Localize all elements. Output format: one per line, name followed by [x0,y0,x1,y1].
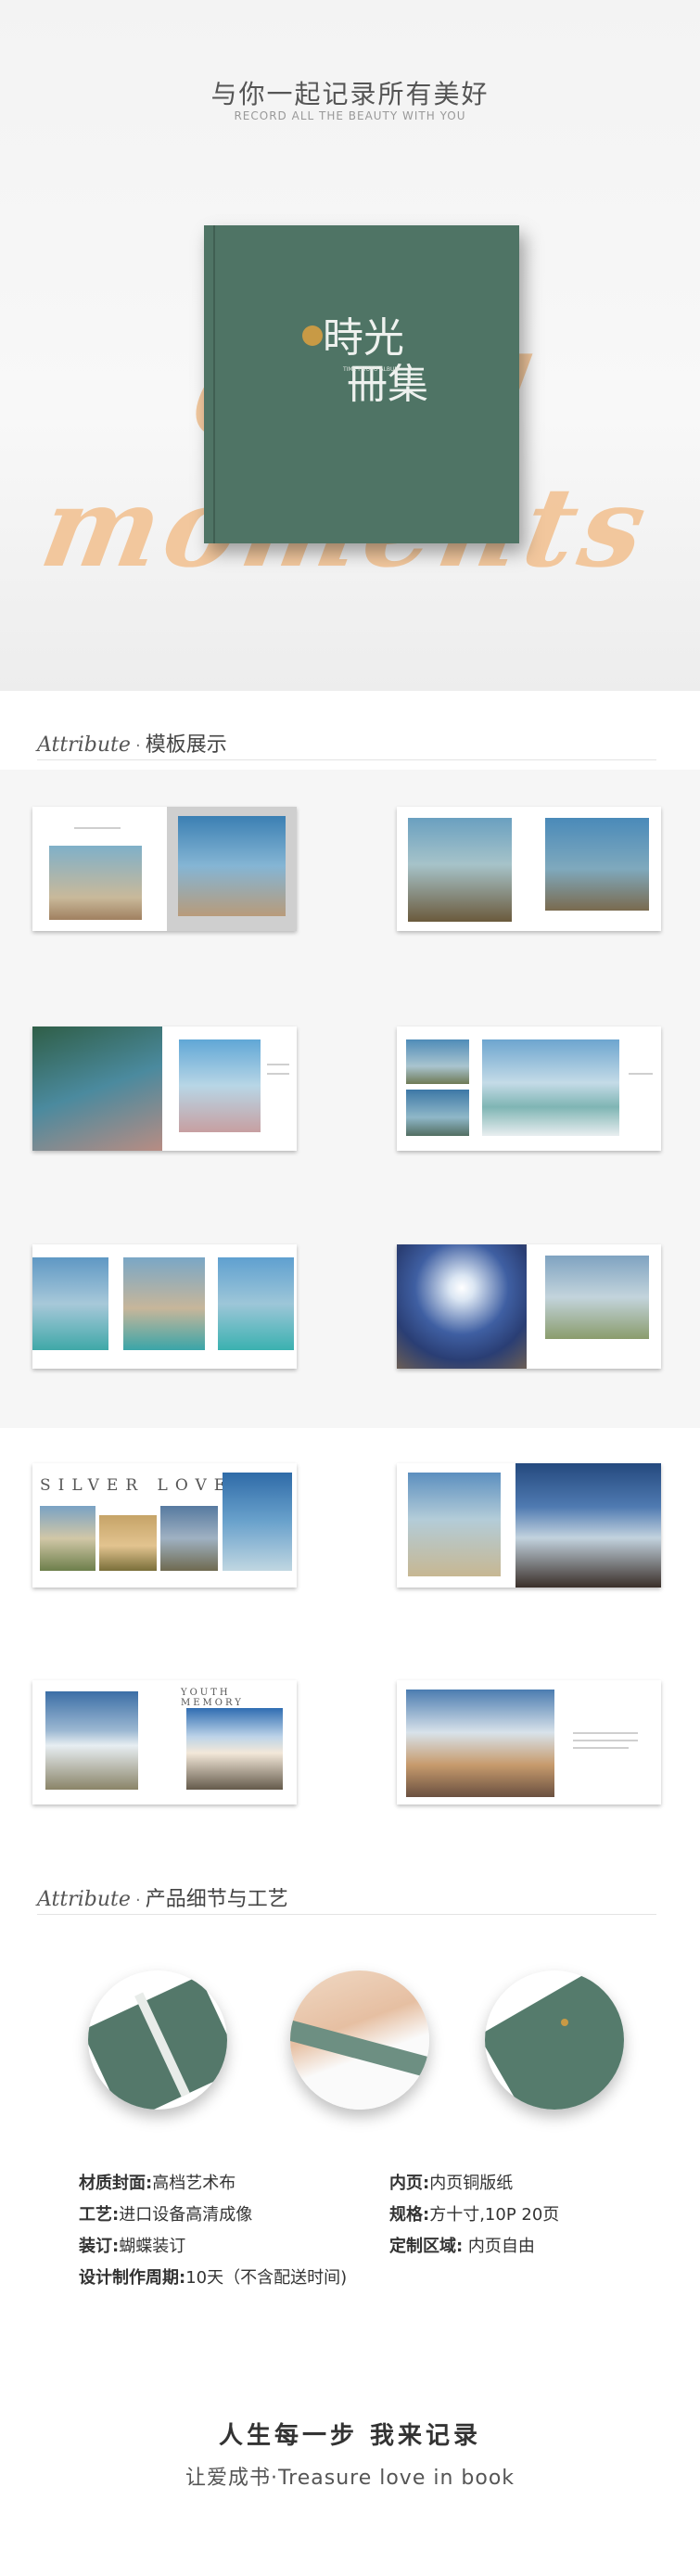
album-cover: 時光 冊集 TIME PHOTO ALBUM [204,225,519,543]
section-cn-title: 产品细节与工艺 [145,1888,288,1911]
photo [179,1039,261,1132]
album-logo: 時光 冊集 [302,318,428,405]
album-spread [32,807,297,931]
album-spread [397,1463,661,1588]
detail-photo-cover-logo [485,1970,624,2110]
text-block [267,1064,289,1065]
wooden-button-icon [302,325,323,346]
photo [515,1463,661,1588]
detail-photo-cover-edge [88,1970,227,2110]
photo [123,1257,205,1350]
album-spread: YOUTH MEMORY [32,1680,297,1804]
section-en-title: Attribute [37,1888,131,1911]
album-spread [397,807,661,931]
photo [408,1473,501,1576]
photo [45,1691,138,1790]
album-spread [32,1244,297,1369]
section-header-templates: Attribute · 模板展示 [37,728,656,760]
hero-subtitle: RECORD ALL THE BEAUTY WITH YOU [234,109,466,122]
photo [99,1515,157,1571]
text-block [573,1747,629,1749]
photo [186,1708,283,1790]
photo [397,1244,527,1369]
text-block [573,1740,638,1741]
photo [406,1039,469,1084]
section-cn-title: 模板展示 [145,733,227,757]
spec-size: 规格:方十寸,10P 20页 [389,2205,560,2225]
photo [545,818,649,911]
album-spread: SILVER LOVE [32,1463,297,1588]
photo [40,1506,95,1571]
spec-inner-page: 内页:内页铜版纸 [389,2174,514,2193]
photo [406,1090,469,1136]
detail-photo-binding [290,1970,429,2110]
hero-section: 与你一起记录所有美好 RECORD ALL THE BEAUTY WITH YO… [0,0,700,691]
footer-tagline: 让爱成书·Treasure love in book [185,2467,515,2490]
section-header-details: Attribute · 产品细节与工艺 [37,1882,656,1915]
album-logo-line1: 時光 [323,314,404,362]
text-block [573,1732,638,1734]
album-spread [397,1680,661,1804]
text-block [74,827,121,829]
photo [178,816,286,916]
section-separator: · [134,736,141,756]
silver-love-label: SILVER LOVE [40,1476,234,1495]
album-spread [397,1244,661,1369]
photo [482,1039,619,1136]
section-separator: · [134,1891,141,1910]
photo [218,1257,294,1350]
photo [545,1256,649,1339]
youth-memory-label: YOUTH MEMORY [181,1688,244,1708]
section-en-title: Attribute [37,733,131,757]
spec-craft: 工艺:进口设备高清成像 [79,2205,253,2225]
spec-material: 材质封面:高档艺术布 [79,2174,236,2193]
photo [406,1690,554,1797]
text-block [267,1073,289,1075]
photo [408,818,512,922]
spec-production-period: 设计制作周期:10天（不含配送时间) [79,2268,348,2288]
photo [49,846,142,920]
album-spread [32,1027,297,1151]
photo [32,1257,108,1350]
spec-binding: 装订:蝴蝶装订 [79,2237,186,2256]
text-block [629,1073,653,1075]
spec-custom-area: 定制区域: 内页自由 [389,2237,535,2256]
hero-title: 与你一起记录所有美好 [210,79,490,109]
footer-slogan: 人生每一步 我来记录 [218,2422,482,2450]
photo [32,1027,162,1151]
photo [223,1473,292,1571]
photo [160,1506,218,1571]
album-spread [397,1027,661,1151]
album-tagline: TIME PHOTO ALBUM [343,366,400,373]
